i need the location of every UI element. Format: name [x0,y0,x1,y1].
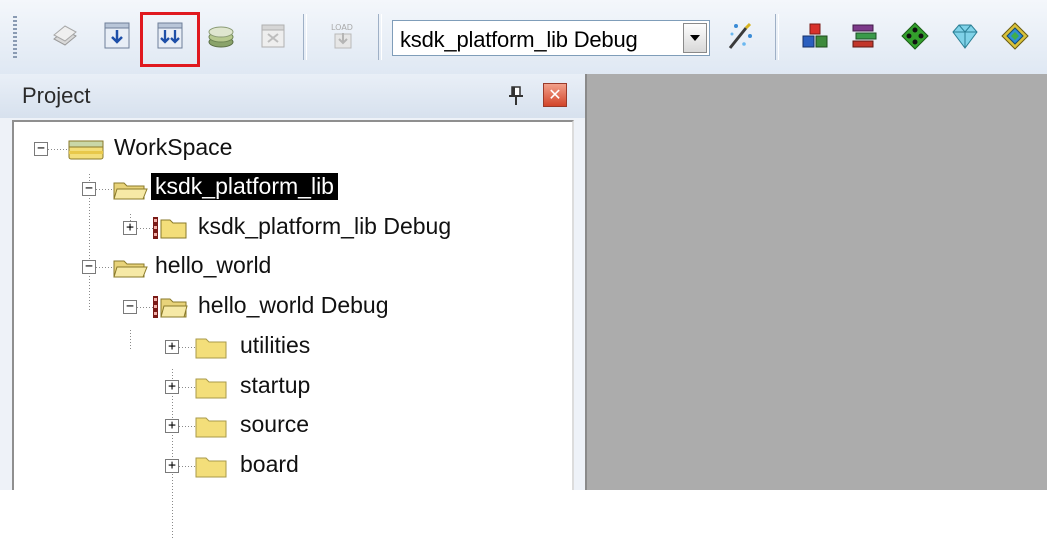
tree-item-label: ksdk_platform_lib [151,173,338,200]
collapse-icon[interactable]: − [82,260,96,274]
tree-item-label: ksdk_platform_lib Debug [198,213,452,239]
expand-icon[interactable]: + [165,459,179,473]
toolbar-separator [775,14,779,60]
open-folder-icon [113,182,148,200]
open-folder-icon [113,260,148,278]
tree-item-label: WorkSpace [114,134,233,160]
chevron-down-icon[interactable] [683,23,707,53]
tree-item-board[interactable]: + board [14,449,374,483]
rebuild-highlight-box [140,12,200,67]
expand-icon[interactable]: + [165,419,179,433]
folder-icon [195,417,227,438]
tree-item-label: source [240,411,310,437]
tree-item-workspace[interactable]: − WorkSpace [14,132,414,166]
expand-icon[interactable]: + [123,221,137,235]
tree-item-label: utilities [240,332,311,358]
translate-icon[interactable] [48,18,82,54]
run-time-env-icon[interactable] [948,18,982,54]
tree-item-source[interactable]: + source [14,409,374,443]
toolbar-separator [378,14,382,60]
collapse-icon[interactable]: − [82,182,96,196]
svg-text:LOAD: LOAD [331,23,353,32]
expand-icon[interactable]: + [165,340,179,354]
workspace-icon [68,140,104,160]
stop-build-icon[interactable] [256,18,290,54]
project-panel-title: Project [22,83,91,108]
folder-icon [195,378,227,399]
target-options-icon[interactable] [723,18,757,54]
device-db-icon[interactable] [998,18,1032,54]
folder-icon [195,457,227,478]
tree-item-ksdk-platform-lib[interactable]: − ksdk_platform_lib [14,172,414,206]
project-panel-header: Project ✕ [0,74,585,118]
target-select-value: ksdk_platform_lib Debug [400,27,638,52]
tree-item-startup[interactable]: + startup [14,370,374,404]
pin-icon[interactable] [505,84,527,108]
close-icon[interactable]: ✕ [543,83,567,107]
editor-area[interactable] [585,74,1047,490]
project-panel: Project ✕ − WorkSpace − ksdk_platform_li… [0,74,585,539]
batch-build-icon[interactable] [204,18,238,54]
tree-item-label: hello_world [155,252,272,278]
toolbar: LOAD ksdk_platform_lib Debug [0,0,1047,75]
collapse-icon[interactable]: − [34,142,48,156]
tree-item-ksdk-platform-lib-debug[interactable]: + ksdk_platform_lib Debug [14,211,554,245]
tree-item-label: board [240,451,299,477]
target-folder-icon [153,217,187,239]
folder-icon [195,338,227,359]
target-open-folder-icon [153,296,188,318]
tree-item-utilities[interactable]: + utilities [14,330,374,364]
toolbar-separator [303,14,307,60]
tree-item-label: startup [240,372,311,398]
tree-item-hello-world[interactable]: − hello_world [14,250,414,284]
build-icon[interactable] [100,18,134,54]
target-select[interactable]: ksdk_platform_lib Debug [392,20,710,56]
download-icon[interactable]: LOAD [326,18,360,54]
select-packs-icon[interactable] [848,18,882,54]
pack-installer-icon[interactable] [898,18,932,54]
collapse-icon[interactable]: − [123,300,137,314]
project-tree: − WorkSpace − ksdk_platform_lib + ksdk_p… [12,120,574,539]
tree-item-label: hello_world Debug [198,292,389,318]
toolbar-grip[interactable] [13,16,17,58]
manage-components-icon[interactable] [798,18,832,54]
expand-icon[interactable]: + [165,380,179,394]
tree-item-hello-world-debug[interactable]: − hello_world Debug [14,290,494,324]
